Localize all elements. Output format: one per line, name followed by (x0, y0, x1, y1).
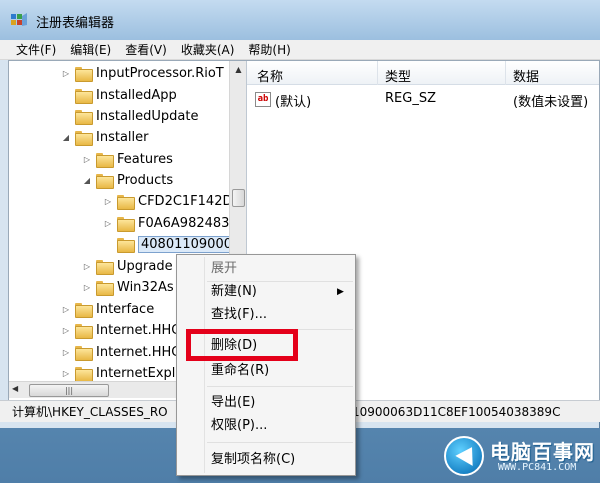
menu-item-rename[interactable]: 重命名(R) (211, 361, 269, 381)
collapse-arrow-icon[interactable]: ◢ (61, 133, 71, 142)
folder-icon (117, 195, 135, 210)
annotation-highlight-box (186, 329, 298, 361)
logo-icon (444, 436, 484, 476)
folder-icon (117, 238, 135, 253)
folder-icon (117, 217, 135, 232)
tree-item-label: F0A6A982483 (138, 216, 230, 231)
value-data: (数值未设置) (513, 95, 589, 110)
folder-icon (75, 324, 93, 339)
folder-icon (96, 153, 114, 168)
list-header: 名称 类型 数据 (247, 61, 599, 85)
folder-icon (75, 131, 93, 146)
folder-icon (75, 110, 93, 125)
tree-item[interactable]: ▷ Interface (61, 299, 154, 320)
folder-icon (75, 89, 93, 104)
tree-item-label: InstalledApp (96, 88, 177, 103)
folder-icon (75, 67, 93, 82)
tree-item[interactable]: ▷ Win32As (82, 277, 174, 298)
tree-item[interactable]: ▷ InputProcessor.RioT (61, 63, 224, 84)
expand-arrow-icon[interactable]: ▷ (82, 262, 92, 271)
column-header-data[interactable]: 数据 (513, 66, 539, 85)
tree-item[interactable]: ▷ CFD2C1F142D (103, 191, 233, 212)
scroll-thumb[interactable] (232, 189, 245, 207)
tree-item-label: InternetExpl (96, 366, 176, 381)
value-type: REG_SZ (385, 91, 436, 106)
tree-item-selected[interactable]: 40801109000 (103, 234, 235, 255)
expand-arrow-icon[interactable]: ▷ (61, 348, 71, 357)
folder-icon (96, 281, 114, 296)
scroll-up-arrow-icon[interactable]: ▲ (230, 61, 246, 78)
title-bar[interactable]: 注册表编辑器 (0, 0, 600, 40)
expand-arrow-icon[interactable]: ▷ (82, 283, 92, 292)
tree-item[interactable]: ▷ Internet.HHC (61, 342, 180, 363)
menu-help[interactable]: 帮助(H) (248, 41, 290, 58)
string-value-icon: ab (255, 92, 271, 107)
expand-arrow-icon[interactable]: ▷ (103, 219, 113, 228)
tree-item-label: Products (117, 173, 174, 188)
menu-item-new[interactable]: 新建(N) (211, 282, 257, 302)
menu-item-export[interactable]: 导出(E) (211, 393, 255, 413)
tree-item-label: InstalledUpdate (96, 109, 199, 124)
logo-url: WWW.PC841.COM (498, 462, 577, 473)
folder-icon (75, 346, 93, 361)
expand-arrow-icon[interactable]: ▷ (61, 326, 71, 335)
expand-arrow-icon[interactable]: ▷ (61, 305, 71, 314)
logo-name: 电脑百事网 (490, 440, 595, 464)
menu-item-copy-key-name[interactable]: 复制项名称(C) (211, 450, 295, 470)
watermark-logo: 电脑百事网 WWW.PC841.COM (438, 432, 598, 480)
value-name: (默认) (275, 95, 312, 110)
tree-item-label: Features (117, 152, 173, 167)
scroll-thumb-horizontal[interactable]: ||| (29, 384, 109, 397)
folder-icon (96, 174, 114, 189)
tree-item-label: CFD2C1F142D (138, 194, 233, 209)
scroll-left-arrow-icon[interactable]: ◀ (12, 384, 18, 393)
folder-icon (75, 367, 93, 382)
expand-arrow-icon[interactable]: ▷ (82, 155, 92, 164)
tree-item-label: Win32As (117, 280, 174, 295)
menu-item-find[interactable]: 查找(F)... (211, 305, 267, 325)
expand-arrow-icon[interactable]: ▷ (103, 197, 113, 206)
tree-item-label: Interface (96, 302, 155, 317)
regedit-icon (11, 13, 27, 26)
menu-file[interactable]: 文件(F) (16, 41, 56, 58)
tree-item-label: Upgrade (117, 259, 173, 274)
tree-item[interactable]: ▷ Upgrade (82, 256, 173, 277)
tree-item[interactable]: InstalledUpdate (61, 106, 198, 127)
tree-item[interactable]: ◢ Installer (61, 127, 148, 148)
menu-view[interactable]: 查看(V) (125, 41, 167, 58)
menu-edit[interactable]: 编辑(E) (70, 41, 111, 58)
menu-item-expand[interactable]: 展开 (211, 259, 237, 279)
folder-icon (96, 260, 114, 275)
window-title: 注册表编辑器 (36, 16, 115, 31)
column-header-name[interactable]: 名称 (257, 66, 283, 85)
tree-item-label: Installer (96, 130, 149, 145)
tree-item[interactable]: ▷ Features (82, 149, 173, 170)
tree-item-label: Internet.HHC (96, 323, 181, 338)
context-menu: 展开 新建(N) ▶ 查找(F)... 删除(D) 重命名(R) 导出(E) 权… (176, 254, 356, 476)
submenu-arrow-icon: ▶ (337, 287, 344, 297)
tree-item[interactable]: ◢ Products (82, 170, 173, 191)
list-item[interactable]: ab (默认) REG_SZ (数值未设置) (247, 91, 599, 111)
expand-arrow-icon[interactable]: ▷ (61, 369, 71, 378)
tree-item[interactable]: ▷ F0A6A982483 (103, 213, 229, 234)
status-path: 计算机\HKEY_CLASSES_RO (12, 405, 168, 419)
status-path-tail: 10900063D11C8EF10054038389C (352, 405, 561, 419)
tree-item-label: 40801109000 (138, 236, 235, 253)
collapse-arrow-icon[interactable]: ◢ (82, 176, 92, 185)
folder-icon (75, 303, 93, 318)
menu-item-permissions[interactable]: 权限(P)... (211, 416, 267, 436)
menu-bar: 文件(F) 编辑(E) 查看(V) 收藏夹(A) 帮助(H) (0, 40, 600, 60)
tree-item-label: Internet.HHC (96, 345, 181, 360)
column-header-type[interactable]: 类型 (385, 66, 411, 85)
tree-item[interactable]: ▷ Internet.HHC (61, 320, 180, 341)
expand-arrow-icon[interactable]: ▷ (61, 69, 71, 78)
menu-favorites[interactable]: 收藏夹(A) (181, 41, 235, 58)
tree-item-label: InputProcessor.RioT (96, 66, 224, 81)
tree-item[interactable]: InstalledApp (61, 85, 177, 106)
